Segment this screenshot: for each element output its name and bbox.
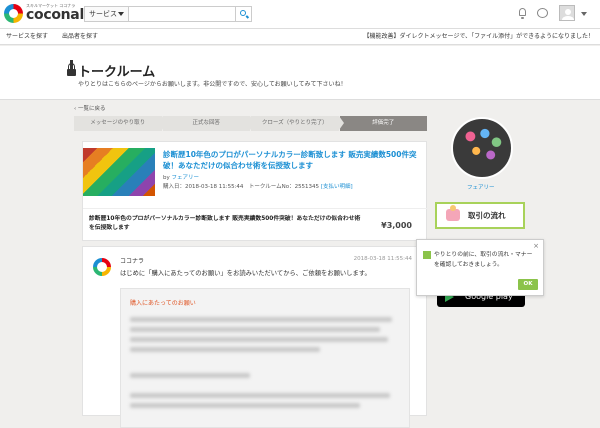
seller-avatar[interactable] — [451, 117, 513, 179]
message-bubble-icon[interactable] — [536, 7, 549, 20]
message-time: 2018-03-18 11:55:44 — [353, 256, 412, 262]
service-card: 診断歴10年色のプロがパーソナルカラー診断致します 販売実績数500件突破！あな… — [82, 141, 428, 241]
price: ¥3,000 — [381, 221, 412, 230]
avatar-chevron-down-icon[interactable] — [581, 12, 587, 16]
flag-icon — [423, 251, 431, 259]
notice-title: 購入にあたってのお願い — [130, 300, 196, 307]
search-bar: サービス — [84, 6, 252, 22]
blurred-line — [130, 327, 380, 332]
product-text: 診断歴10年色のプロがパーソナルカラー診断致します 販売実績数500件突破！あな… — [89, 216, 361, 231]
search-category-label: サービス — [89, 10, 117, 18]
blurred-line — [130, 337, 388, 342]
top-header: スキルマーケット ココナラ coconala サービス — [0, 0, 600, 29]
step-message: メッセージのやり取り — [74, 116, 166, 131]
flow-button-label: 取引の流れ — [468, 211, 506, 220]
coconala-avatar-icon — [93, 258, 111, 276]
blurred-line — [130, 393, 390, 398]
step-formal-answer: 正式な回答 — [162, 116, 255, 131]
notice-box: 購入にあたってのお願い — [120, 288, 410, 428]
message-sender: ココナラ — [120, 258, 145, 265]
back-to-list-link[interactable]: ‹ 一覧に戻る — [74, 104, 105, 112]
message-body: はじめに「購入にあたってのお願い」をお読みいただいてから、ご依頼をお願いします。 — [120, 270, 371, 277]
progress-steps: メッセージのやり取り 正式な回答 クローズ（やりとり完了） 評価完了 — [74, 116, 428, 131]
seller-link[interactable]: フェアリー — [172, 175, 200, 181]
tooltip-text: やりとりの前に、取引の流れ・マナーを確認しておきましょう。 — [434, 252, 533, 268]
divider — [83, 208, 428, 209]
sub-nav: サービスを探す 出品者を探す 【機能改善】ダイレクトメッセージで、「ファイル添付… — [0, 29, 600, 45]
purchase-meta: 購入日：2018-03-18 11:55:44 トークルームNo：2551345… — [163, 182, 353, 190]
chevron-down-icon — [118, 12, 124, 16]
blurred-line — [130, 373, 250, 378]
seller-name-link[interactable]: フェアリー — [467, 183, 495, 191]
back-link-label: 一覧に戻る — [77, 106, 106, 112]
search-category-select[interactable]: サービス — [85, 7, 129, 21]
search-button[interactable] — [235, 7, 251, 21]
message-card: ココナラ 2018-03-18 11:55:44 はじめに「購入にあたってのお願… — [82, 246, 427, 428]
blurred-line — [130, 317, 392, 322]
blurred-line — [130, 403, 360, 408]
search-input[interactable] — [129, 7, 235, 21]
page-header: トークルーム やりとりはこちらのページからお願いします。非公開ですので、安心して… — [0, 46, 600, 100]
coconala-logo[interactable]: スキルマーケット ココナラ coconala — [4, 3, 93, 23]
purchase-info: 購入日：2018-03-18 11:55:44 トークルームNo：2551345 — [163, 184, 320, 190]
handshake-icon — [446, 205, 460, 221]
announcement-link[interactable]: 【機能改善】ダイレクトメッセージで、「ファイル添付」ができるようになりました！ — [363, 29, 594, 44]
lock-icon — [67, 63, 76, 77]
search-icon — [240, 10, 246, 16]
transaction-flow-button[interactable]: 取引の流れ — [435, 202, 525, 229]
user-avatar[interactable] — [559, 5, 575, 21]
close-icon[interactable]: × — [533, 242, 539, 250]
logo-mark-icon — [4, 3, 23, 23]
service-title-link[interactable]: 診断歴10年色のプロがパーソナルカラー診断致します 販売実績数500件突破！あな… — [163, 149, 421, 171]
tooltip-ok-button[interactable]: OK — [518, 279, 538, 290]
seller-byline: by フェアリー — [163, 173, 199, 181]
payment-details-link[interactable]: [支払い明細] — [321, 184, 353, 190]
nav-find-service[interactable]: サービスを探す — [6, 29, 48, 44]
notification-bell-icon[interactable] — [516, 7, 529, 20]
nav-find-seller[interactable]: 出品者を探す — [62, 29, 98, 44]
step-review-complete: 評価完了 — [339, 116, 427, 131]
blurred-line — [130, 347, 320, 352]
page-title: トークルーム — [78, 65, 156, 80]
by-label: by — [163, 175, 170, 181]
page-subtitle: やりとりはこちらのページからお願いします。非公開ですので、安心してお願いしてみて… — [78, 81, 347, 88]
step-close: クローズ（やりとり完了） — [251, 116, 343, 131]
service-thumbnail[interactable] — [83, 148, 155, 196]
flow-tooltip: × やりとりの前に、取引の流れ・マナーを確認しておきましょう。 OK — [416, 239, 544, 296]
